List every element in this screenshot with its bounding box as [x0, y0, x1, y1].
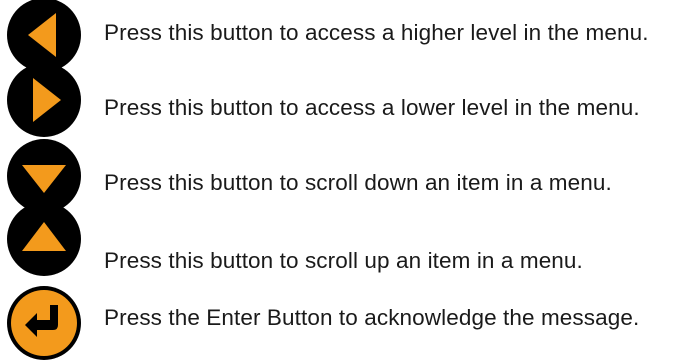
- right-button-description: Press this button to access a lower leve…: [104, 95, 640, 120]
- up-button[interactable]: [6, 201, 82, 277]
- enter-icon: [7, 286, 81, 360]
- right-button[interactable]: [6, 62, 82, 138]
- enter-button-description: Press the Enter Button to acknowledge th…: [104, 305, 640, 330]
- enter-button[interactable]: [6, 285, 82, 361]
- left-button-description: Press this button to access a higher lev…: [104, 20, 649, 45]
- up-arrow-icon: [7, 202, 81, 276]
- right-arrow-icon: [7, 63, 81, 137]
- down-button-description: Press this button to scroll down an item…: [104, 170, 612, 195]
- up-button-description: Press this button to scroll up an item i…: [104, 248, 583, 273]
